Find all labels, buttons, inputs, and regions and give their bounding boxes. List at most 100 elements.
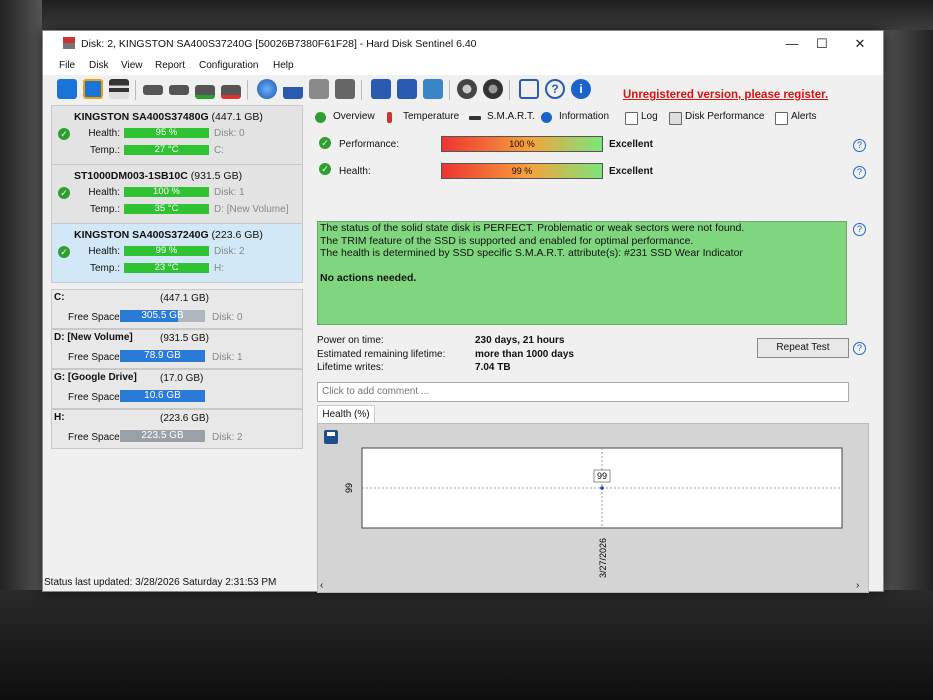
globe-icon[interactable] [257, 79, 277, 99]
disk-volumes: D: [New Volume] [214, 204, 289, 215]
overview-panel: Overview Temperature S.M.A.R.T. Informat… [307, 105, 869, 593]
tab-smart[interactable]: S.M.A.R.T. [487, 111, 535, 122]
help-icon[interactable]: ? [545, 79, 565, 99]
disk-name: ST1000DM003-1SB10C (931.5 GB) [74, 170, 243, 182]
health-chart-pane: 99 99 3/27/2026 ‹ › [317, 423, 869, 593]
performance-icon [669, 112, 682, 125]
close-button[interactable]: ✕ [846, 34, 874, 54]
help-icon[interactable]: ? [853, 139, 866, 152]
backup-icon[interactable] [335, 79, 355, 99]
info-icon[interactable]: i [571, 79, 591, 99]
disk-alert-icon[interactable] [221, 85, 241, 99]
app-icon [63, 37, 75, 49]
menu-report[interactable]: Report [155, 60, 185, 71]
performance-rating: Excellent [609, 139, 653, 150]
tab-disk-performance[interactable]: Disk Performance [685, 111, 764, 122]
refresh-all-icon[interactable] [83, 79, 103, 99]
help-icon[interactable]: ? [853, 223, 866, 236]
volume-entry-h[interactable]: H: (223.6 GB) Free Space 223.5 GB Disk: … [51, 409, 303, 449]
help-icon[interactable]: ? [853, 342, 866, 355]
free-space-label: Free Space [68, 312, 120, 323]
message-line: The TRIM feature of the SSD is supported… [320, 234, 694, 247]
help-icon[interactable]: ? [853, 166, 866, 179]
message-line: The health is determined by SSD specific… [320, 247, 743, 259]
title-bar: Disk: 2, KINGSTON SA400S37240G [50026B73… [43, 31, 883, 57]
tab-information[interactable]: Information [559, 111, 609, 122]
screenshot-icon[interactable] [519, 79, 539, 99]
menu-disk[interactable]: Disk [89, 60, 108, 71]
performance-value: 100 % [509, 139, 535, 149]
free-space-value: 78.9 GB [144, 350, 181, 361]
report-icon[interactable] [371, 79, 391, 99]
tab-log[interactable]: Log [641, 111, 658, 122]
clean-icon[interactable] [309, 79, 329, 99]
eject-icon[interactable] [283, 79, 303, 99]
status-bar: Status last updated: 3/28/2026 Saturday … [43, 575, 883, 591]
disk-list-icon[interactable] [109, 79, 129, 99]
menu-view[interactable]: View [121, 60, 143, 71]
health-chart: 99 99 3/27/2026 [344, 447, 843, 578]
health-label: Health: [88, 128, 120, 139]
power-on-label: Power on time: [317, 335, 384, 346]
volume-name: C: [54, 292, 65, 303]
health-bar: 100 % [124, 187, 209, 197]
check-icon: ✓ [319, 163, 331, 175]
health-label: Health: [88, 246, 120, 257]
comment-field[interactable] [317, 382, 849, 402]
background-window-frame-top [42, 0, 933, 30]
tab-health-graph[interactable]: Health (%) [317, 405, 375, 424]
performance-label: Performance: [339, 139, 400, 150]
free-space-bar: 223.5 GB [120, 430, 205, 442]
log-icon [625, 112, 638, 125]
disk-entry-0[interactable]: KINGSTON SA400S37480G (447.1 GB) ✓ Healt… [51, 105, 303, 165]
tab-alerts[interactable]: Alerts [791, 111, 817, 122]
check-icon: ✓ [319, 137, 331, 149]
send-report-icon[interactable] [423, 79, 443, 99]
free-space-label: Free Space [68, 352, 120, 363]
volume-disk: Disk: 1 [212, 352, 243, 363]
menu-help[interactable]: Help [273, 60, 294, 71]
tab-bar: Overview Temperature S.M.A.R.T. Informat… [307, 109, 867, 129]
volume-size: (447.1 GB) [160, 293, 209, 304]
disk-icon[interactable] [143, 85, 163, 95]
menu-configuration[interactable]: Configuration [199, 60, 258, 71]
volume-size: (17.0 GB) [160, 373, 204, 384]
gear-icon[interactable] [457, 79, 477, 99]
x-tick-label: 3/27/2026 [598, 538, 608, 578]
free-space-value: 223.5 GB [141, 430, 184, 441]
disk-ok-icon[interactable] [195, 85, 215, 99]
speaker-icon[interactable] [483, 79, 503, 99]
volume-entry-c[interactable]: C: (447.1 GB) Free Space 305.5 GB Disk: … [51, 289, 303, 329]
free-space-bar: 305.5 GB [120, 310, 205, 322]
message-line: No actions needed. [320, 271, 417, 284]
register-link[interactable]: Unregistered version, please register. [623, 89, 828, 101]
free-space-label: Free Space [68, 392, 120, 403]
maximize-button[interactable]: ☐ [808, 34, 836, 54]
disk-test-icon[interactable] [169, 85, 189, 95]
data-label: 99 [597, 471, 607, 481]
health-bar: 99 % [124, 246, 209, 256]
health-label: Health: [88, 187, 120, 198]
minimize-button[interactable]: — [778, 34, 806, 54]
disk-entry-2[interactable]: KINGSTON SA400S37240G (223.6 GB) ✓ Healt… [51, 223, 303, 283]
tab-temperature[interactable]: Temperature [403, 111, 459, 122]
info-icon [541, 112, 552, 123]
volume-disk: Disk: 0 [212, 312, 243, 323]
volume-name: D: [New Volume] [54, 332, 133, 343]
disk-number: Disk: 2 [214, 246, 245, 257]
health-label: Health: [339, 166, 371, 177]
refresh-icon[interactable] [57, 79, 77, 99]
volume-entry-d[interactable]: D: [New Volume] (931.5 GB) Free Space 78… [51, 329, 303, 369]
toolbar-separator [509, 80, 510, 100]
message-line [320, 260, 844, 272]
background-floor [0, 590, 933, 700]
free-space-bar: 10.6 GB [120, 390, 205, 402]
volume-entry-g[interactable]: G: [Google Drive] (17.0 GB) Free Space 1… [51, 369, 303, 409]
mail-icon[interactable] [397, 79, 417, 99]
comment-input[interactable] [318, 383, 846, 399]
power-on-value: 230 days, 21 hours [475, 335, 565, 346]
tab-overview[interactable]: Overview [333, 111, 375, 122]
menu-file[interactable]: File [59, 60, 75, 71]
repeat-test-button[interactable]: Repeat Test [757, 338, 849, 358]
disk-entry-1[interactable]: ST1000DM003-1SB10C (931.5 GB) ✓ Health: … [51, 164, 303, 224]
